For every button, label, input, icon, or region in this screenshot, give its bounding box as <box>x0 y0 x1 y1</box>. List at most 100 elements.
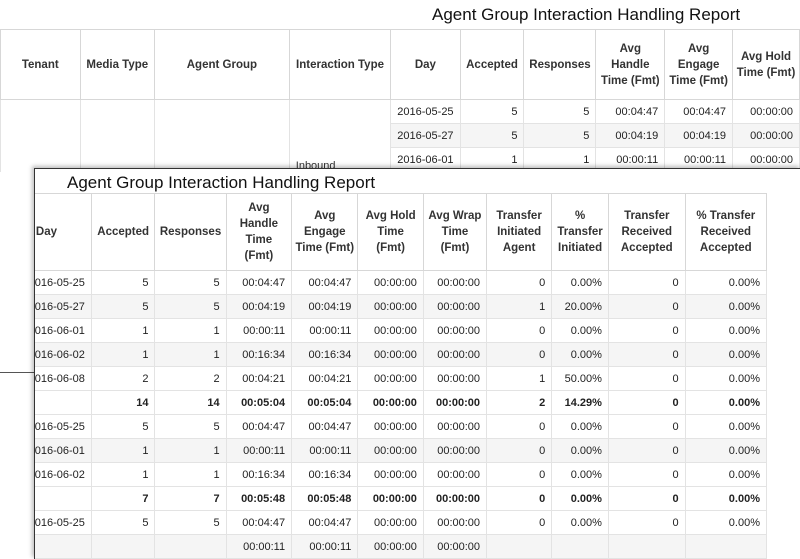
front-table-cell: 00:04:21 <box>225 366 293 391</box>
back-col-header-interaction-type[interactable]: Interaction Type <box>288 29 392 100</box>
back-col-header-day[interactable]: Day <box>390 29 461 100</box>
front-table-cell: 0.00% <box>551 510 609 535</box>
back-col-header-avg-handle-time-fmt[interactable]: Avg Handle Time (Fmt) <box>595 29 666 100</box>
front-col-header-pct-transfer-initiated[interactable]: % Transfer Initiated <box>551 193 609 271</box>
front-col-header-transfer-initiated-agent[interactable]: Transfer Initiated Agent <box>486 193 553 271</box>
front-table-cell: 00:00:00 <box>357 366 424 391</box>
front-table-cell: 14 <box>90 390 156 415</box>
front-table-cell: 0.00% <box>684 318 768 343</box>
table-row: 2016-06-02 1 1 00:16:34 00:16:34 00:00:00 00:0… <box>35 462 768 487</box>
front-table-cell: 2016-05-27 <box>35 294 92 319</box>
front-table-cell: 00:16:34 <box>291 342 359 367</box>
front-col-header-accepted[interactable]: Accepted <box>90 193 156 271</box>
back-report-title: Agent Group Interaction Handling Report <box>432 5 741 24</box>
back-col-header-responses[interactable]: Responses <box>523 29 597 100</box>
front-table-cell: 0.00% <box>551 486 609 511</box>
table-row: 2016-05-27 5 5 00:04:19 00:04:19 00:00:00 00:0… <box>35 294 768 319</box>
front-table-cell: 00:04:47 <box>291 414 359 439</box>
front-table-cell: 00:00:00 <box>357 534 424 559</box>
subtotal-row: 7 7 00:05:48 00:05:48 00:00:00 00:00:00 0 0.00%… <box>35 486 768 511</box>
front-table-cell <box>35 390 92 415</box>
front-col-header-day[interactable]: Day <box>35 193 92 271</box>
back-table-cell: 5 <box>523 123 597 148</box>
front-table-cell: 00:00:00 <box>357 510 424 535</box>
front-table-cell: 0.00% <box>551 318 609 343</box>
interaction-type-cell <box>288 123 392 148</box>
back-col-header-tenant[interactable]: Tenant <box>0 29 81 100</box>
front-col-header-responses[interactable]: Responses <box>154 193 227 271</box>
front-table-cell: 00:00:00 <box>357 486 424 511</box>
front-table-cell: 5 <box>154 510 227 535</box>
front-table-cell: 00:00:00 <box>357 318 424 343</box>
back-report-table: Tenant Media Type Agent Group Interaction T… <box>0 29 800 172</box>
front-table-cell: 00:05:04 <box>225 390 293 415</box>
front-table-cell: 1 <box>154 438 227 463</box>
front-table-cell <box>486 534 553 559</box>
front-table-cell: 1 <box>486 366 553 391</box>
front-table-cell <box>154 534 227 559</box>
foreground-report-sheet: Agent Group Interaction Handling Report … <box>34 168 800 559</box>
front-table-cell: 00:00:11 <box>291 534 359 559</box>
front-table-cell: 00:00:00 <box>357 270 424 295</box>
front-table-cell: 00:04:47 <box>225 414 293 439</box>
front-table-cell: 00:00:00 <box>422 294 488 319</box>
front-table-cell: 00:00:11 <box>291 318 359 343</box>
back-col-header-media-type[interactable]: Media Type <box>79 29 156 100</box>
front-table-cell: 0.00% <box>551 342 609 367</box>
table-row: 00:00:11 00:00:11 00:00:00 00:00:00 <box>35 534 768 559</box>
front-col-header-pct-transfer-received-accepted[interactable]: % Transfer Received Accepted <box>684 193 768 271</box>
front-table-cell: 00:00:00 <box>422 270 488 295</box>
front-table-cell: 0 <box>486 486 553 511</box>
front-table-cell: 00:00:11 <box>225 318 293 343</box>
back-table-cell: 00:00:00 <box>732 123 800 148</box>
front-col-header-transfer-received-accepted[interactable]: Transfer Received Accepted <box>607 193 686 271</box>
front-table-cell: 1 <box>154 342 227 367</box>
front-table-cell: 0 <box>607 510 686 535</box>
front-table-cell: 0 <box>607 294 686 319</box>
front-table-cell: 2016-06-01 <box>35 318 92 343</box>
front-table-cell <box>684 534 768 559</box>
front-col-header-avg-wrap-time-fmt[interactable]: Avg Wrap Time (Fmt) <box>422 193 488 271</box>
front-table-cell: 00:00:00 <box>357 414 424 439</box>
back-col-header-avg-hold-time-fmt[interactable]: Avg Hold Time (Fmt) <box>732 29 800 100</box>
back-table-row: 2016-05-27 5 5 00:04:19 00:04:19 00:00:00 <box>0 123 800 148</box>
front-header-row: Day Accepted Responses Avg Handle Time (Fmt… <box>35 193 768 271</box>
front-table-cell: 0.00% <box>684 438 768 463</box>
front-table-cell: 2 <box>154 366 227 391</box>
front-table-cell: 00:00:00 <box>422 318 488 343</box>
back-table-row: 2016-05-25 5 5 00:04:47 00:04:47 00:00:00 <box>0 99 800 124</box>
front-table-cell: 5 <box>154 414 227 439</box>
front-table-cell: 0 <box>486 270 553 295</box>
front-table-cell: 0.00% <box>684 390 768 415</box>
table-row: 2016-06-01 1 1 00:00:11 00:00:11 00:00:00 00:0… <box>35 318 768 343</box>
front-table-cell: 0.00% <box>551 462 609 487</box>
front-table-cell: 00:00:00 <box>357 438 424 463</box>
front-table-cell: 0.00% <box>551 414 609 439</box>
front-table-cell: 0.00% <box>684 462 768 487</box>
front-table-cell: 00:00:00 <box>422 390 488 415</box>
front-table-cell: 00:00:00 <box>357 342 424 367</box>
front-table-cell: 14.29% <box>551 390 609 415</box>
front-table-cell: 0 <box>607 438 686 463</box>
front-table-cell: 5 <box>90 414 156 439</box>
front-table-cell: 00:00:00 <box>422 510 488 535</box>
back-table-cell: 5 <box>459 99 525 124</box>
back-col-header-avg-engage-time-fmt[interactable]: Avg Engage Time (Fmt) <box>664 29 734 100</box>
front-table-cell: 2 <box>486 390 553 415</box>
back-col-header-accepted[interactable]: Accepted <box>459 29 525 100</box>
front-table-cell: 1 <box>90 318 156 343</box>
back-col-header-agent-group[interactable]: Agent Group <box>154 29 290 100</box>
front-table-cell: 2016-06-02 <box>35 342 92 367</box>
front-col-header-avg-hold-time-fmt[interactable]: Avg Hold Time (Fmt) <box>357 193 424 271</box>
front-table-cell: 00:00:11 <box>225 438 293 463</box>
front-col-header-avg-engage-time-fmt[interactable]: Avg Engage Time (Fmt) <box>291 193 359 271</box>
front-table-cell: 00:04:47 <box>291 270 359 295</box>
front-table-cell <box>90 534 156 559</box>
interaction-type-cell <box>288 99 392 124</box>
front-table-cell: 5 <box>154 270 227 295</box>
front-table-cell: 00:00:00 <box>357 390 424 415</box>
front-table-cell: 0 <box>486 342 553 367</box>
front-table-cell <box>35 534 92 559</box>
front-col-header-avg-handle-time-fmt[interactable]: Avg Handle Time (Fmt) <box>225 193 293 271</box>
front-table-cell: 0 <box>607 462 686 487</box>
